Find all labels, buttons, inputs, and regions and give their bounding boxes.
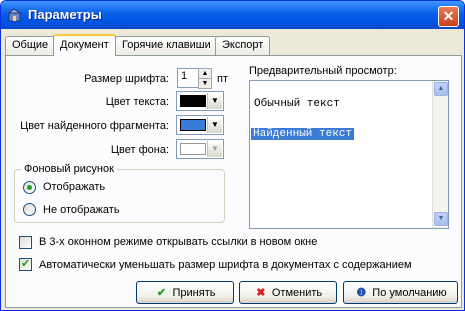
chevron-down-icon: ▼ bbox=[201, 80, 209, 87]
chevron-down-icon[interactable]: ▼ bbox=[207, 141, 222, 157]
default-button-label: По умолчанию bbox=[372, 287, 447, 299]
text-color-swatch bbox=[180, 95, 206, 107]
radio-show-label[interactable]: Отображать bbox=[43, 181, 105, 193]
title-bar[interactable]: Параметры ✕ bbox=[1, 1, 464, 29]
options-dialog: Параметры ✕ Общие Документ Горячие клави… bbox=[0, 0, 465, 311]
font-size-label: Размер шрифта: bbox=[84, 73, 169, 85]
chevron-up-icon: ▲ bbox=[201, 70, 209, 77]
found-color-label: Цвет найденного фрагмента: bbox=[20, 120, 169, 132]
close-button[interactable]: ✕ bbox=[438, 6, 459, 27]
bg-color-label: Цвет фона: bbox=[110, 144, 169, 156]
radio-hide-background[interactable] bbox=[23, 203, 36, 216]
chevron-down-icon[interactable]: ▼ bbox=[207, 93, 222, 109]
accept-button[interactable]: ✔ Принять bbox=[136, 281, 234, 304]
tab-hotkeys[interactable]: Горячие клавиши bbox=[115, 36, 218, 55]
preview-label: Предварительный просмотр: bbox=[249, 65, 397, 77]
scroll-down-button[interactable]: ▼ bbox=[434, 212, 448, 226]
preview-box: Обычный текст Найденный текст ▲ ▼ bbox=[249, 80, 449, 229]
font-size-unit: пт bbox=[217, 73, 228, 85]
text-color-label: Цвет текста: bbox=[105, 96, 169, 108]
cancel-button-label: Отменить bbox=[271, 287, 323, 299]
info-icon: ❶ bbox=[356, 287, 367, 299]
tab-general[interactable]: Общие bbox=[5, 36, 56, 55]
found-color-picker[interactable]: ▼ bbox=[176, 115, 224, 135]
accept-button-label: Принять bbox=[172, 287, 216, 299]
bg-color-swatch bbox=[180, 143, 206, 155]
font-size-input[interactable]: 1 bbox=[177, 68, 199, 88]
close-icon: ✕ bbox=[442, 8, 455, 24]
chevron-down-icon[interactable]: ▼ bbox=[207, 117, 222, 133]
bg-color-picker[interactable]: ▼ bbox=[176, 139, 224, 159]
chevron-down-icon: ▼ bbox=[437, 215, 445, 222]
preview-normal-text: Обычный текст bbox=[254, 98, 340, 110]
radio-show-background[interactable] bbox=[23, 181, 36, 194]
checkmark-icon: ✔ bbox=[156, 287, 167, 299]
cancel-button[interactable]: ✖ Отменить bbox=[239, 281, 337, 304]
preview-found-text: Найденный текст bbox=[251, 128, 355, 140]
auto-shrink-font-label[interactable]: Автоматически уменьшать размер шрифта в … bbox=[39, 259, 412, 271]
font-size-down-button[interactable]: ▼ bbox=[198, 78, 212, 89]
chevron-up-icon: ▲ bbox=[437, 85, 445, 92]
tab-document[interactable]: Документ bbox=[53, 34, 116, 56]
default-button[interactable]: ❶ По умолчанию bbox=[343, 281, 458, 304]
font-size-value: 1 bbox=[181, 70, 188, 82]
radio-hide-label[interactable]: Не отображать bbox=[43, 204, 120, 216]
open-links-new-window-checkbox[interactable] bbox=[19, 236, 32, 249]
text-color-picker[interactable]: ▼ bbox=[176, 91, 224, 111]
found-color-swatch bbox=[180, 119, 206, 131]
background-image-legend: Фоновый рисунок bbox=[24, 163, 114, 175]
window-title: Параметры bbox=[28, 7, 102, 22]
tab-export[interactable]: Экспорт bbox=[215, 36, 271, 55]
app-icon bbox=[7, 8, 22, 22]
preview-scrollbar[interactable]: ▲ ▼ bbox=[432, 81, 448, 228]
x-icon: ✖ bbox=[256, 287, 266, 299]
open-links-new-window-label[interactable]: В 3-х оконном режиме открывать ссылки в … bbox=[39, 236, 317, 248]
scroll-up-button[interactable]: ▲ bbox=[434, 82, 448, 96]
auto-shrink-font-checkbox[interactable] bbox=[19, 257, 32, 271]
